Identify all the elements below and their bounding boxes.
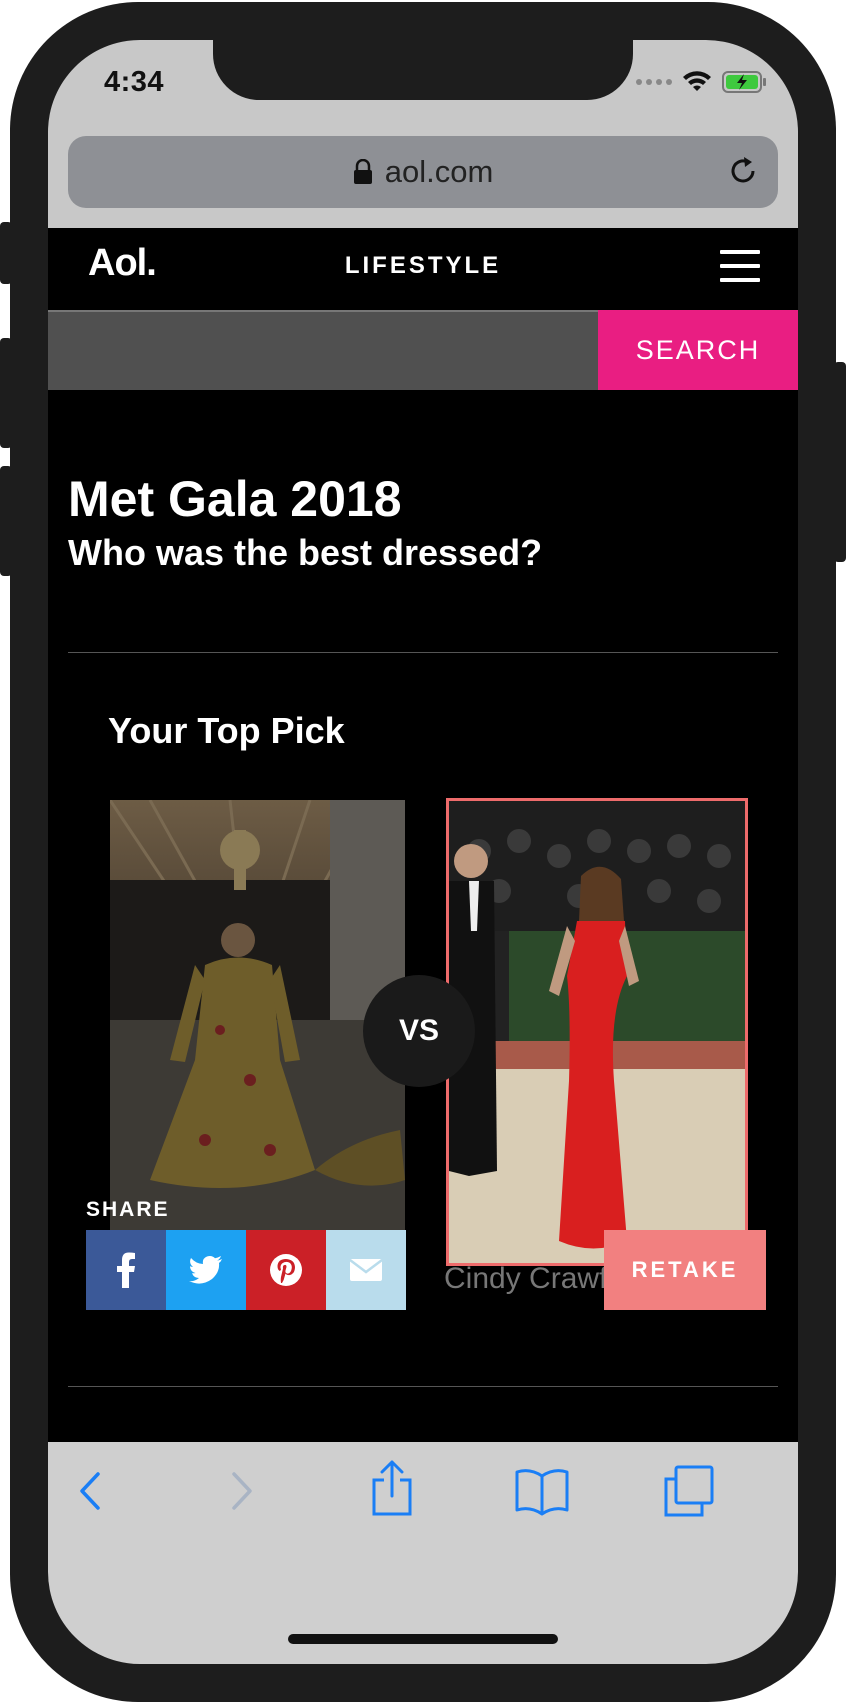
url-text: aol.com (384, 154, 494, 189)
section-title[interactable]: LIFESTYLE (48, 252, 798, 280)
bookmarks-icon[interactable] (514, 1466, 570, 1516)
notch (213, 40, 633, 100)
email-share-button[interactable] (326, 1230, 406, 1310)
reload-icon[interactable] (726, 154, 760, 188)
share-icon[interactable] (370, 1458, 414, 1518)
twitter-share-button[interactable] (166, 1230, 246, 1310)
home-indicator[interactable] (288, 1634, 558, 1644)
option-photo-right-selected[interactable] (446, 798, 748, 1266)
divider (68, 652, 778, 653)
pinterest-share-button[interactable] (246, 1230, 326, 1310)
site-header: Aol. LIFESTYLE (48, 228, 798, 304)
signal-icon (636, 79, 672, 85)
facebook-share-button[interactable] (86, 1230, 166, 1310)
email-icon (349, 1259, 383, 1281)
page-title: Met Gala 2018 (68, 471, 402, 527)
status-time: 4:34 (104, 66, 165, 98)
pinterest-icon (270, 1254, 302, 1286)
browser-toolbar (48, 1442, 798, 1664)
option-photo-left[interactable] (110, 800, 405, 1245)
share-buttons (86, 1230, 406, 1310)
retake-button[interactable]: RETAKE (604, 1230, 766, 1310)
search-input[interactable] (48, 310, 598, 390)
lock-icon (353, 159, 372, 184)
vs-badge: VS (363, 975, 475, 1087)
tabs-icon[interactable] (662, 1464, 716, 1518)
battery-icon (722, 71, 766, 93)
forward-icon[interactable] (226, 1466, 256, 1516)
page-subtitle: Who was the best dressed? (68, 532, 543, 573)
phone-frame: 4:34 aol.com Aol. LIFESTYLE SEARCH Met G… (10, 2, 836, 1702)
url-display[interactable]: aol.com (68, 154, 778, 190)
wifi-icon (683, 71, 711, 91)
top-pick-heading: Your Top Pick (108, 710, 345, 751)
status-icons (636, 70, 768, 94)
gold-gown-photo (110, 800, 405, 1245)
back-icon[interactable] (76, 1466, 106, 1516)
address-bar[interactable]: aol.com (68, 136, 778, 208)
red-gown-photo (449, 801, 745, 1263)
menu-icon[interactable] (720, 250, 760, 282)
search-row: SEARCH (48, 310, 798, 390)
twitter-icon (189, 1256, 222, 1284)
search-button[interactable]: SEARCH (598, 310, 798, 390)
facebook-icon (117, 1252, 135, 1288)
divider (68, 1386, 778, 1387)
selected-caption: Cindy Crawford (444, 1262, 604, 1295)
screen: 4:34 aol.com Aol. LIFESTYLE SEARCH Met G… (48, 40, 798, 1664)
share-label: SHARE (86, 1198, 170, 1221)
